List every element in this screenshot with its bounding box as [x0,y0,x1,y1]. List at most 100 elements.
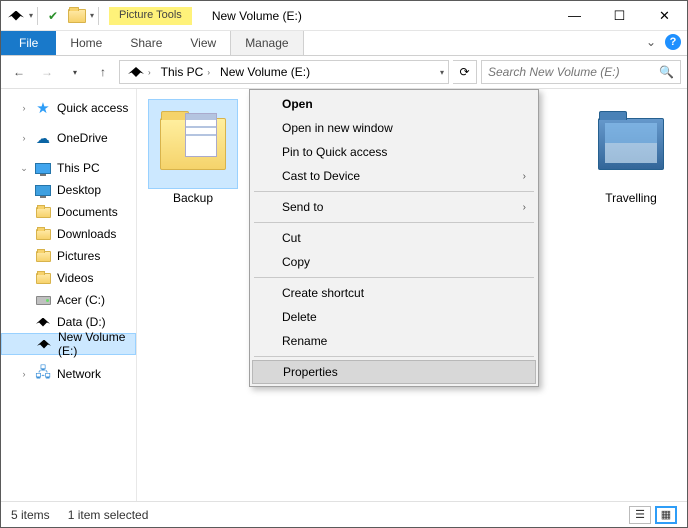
breadcrumb-dropdown-icon[interactable]: ▾ [440,68,444,77]
ctx-cut-label: Cut [282,231,301,245]
ctx-separator [254,356,534,357]
folder-travelling-label: Travelling [583,191,679,205]
large-icons-view-button[interactable]: ▦ [655,506,677,524]
ctx-sendto-label: Send to [282,200,323,214]
ribbon-expand-icon[interactable]: ⌄ [643,34,659,50]
app-icon-dropdown[interactable]: ▾ [29,11,33,20]
search-icon[interactable]: 🔍 [659,65,674,79]
address-bar: ← → ▾ ↑ › This PC› New Volume (E:) ▾ ⟳ 🔍 [1,56,687,89]
navigation-pane: ›★Quick access ›☁OneDrive ⌄This PC Deskt… [1,89,137,501]
nav-network[interactable]: ›🖧Network [1,363,136,385]
tab-home[interactable]: Home [56,31,116,55]
folder-backup[interactable]: Backup [145,99,241,205]
tab-view[interactable]: View [176,31,230,55]
ctx-properties[interactable]: Properties [252,360,536,384]
tab-file[interactable]: File [1,31,56,55]
tab-share[interactable]: Share [116,31,176,55]
ctx-shortcut-label: Create shortcut [282,286,364,300]
nav-drive-c[interactable]: Acer (C:) [1,289,136,311]
ctx-cast-to-device[interactable]: Cast to Device › [252,164,536,188]
qat-dropdown-icon[interactable]: ▾ [90,11,94,20]
nav-downloads[interactable]: Downloads [1,223,136,245]
status-bar: 5 items 1 item selected ☰ ▦ [1,501,687,527]
forward-button[interactable]: → [35,60,59,84]
search-input[interactable] [488,65,659,79]
nav-quick-access[interactable]: ›★Quick access [1,97,136,119]
folder-icon [598,118,664,170]
window-title: New Volume (E:) [212,9,302,23]
nav-videos[interactable]: Videos [1,267,136,289]
nav-documents[interactable]: Documents [1,201,136,223]
folder-travelling[interactable]: Travelling [583,99,679,205]
ctx-open[interactable]: Open [252,92,536,116]
search-box[interactable]: 🔍 [481,60,681,84]
nav-onedrive-label: OneDrive [57,131,108,145]
close-button[interactable]: ✕ [642,1,687,30]
new-folder-icon[interactable] [66,5,88,27]
ctx-separator [254,222,534,223]
nav-desktop-label: Desktop [57,183,101,197]
breadcrumb[interactable]: › This PC› New Volume (E:) ▾ [119,60,449,84]
nav-drive-c-label: Acer (C:) [57,293,105,307]
maximize-button[interactable]: ☐ [597,1,642,30]
ctx-rename-label: Rename [282,334,327,348]
help-icon[interactable]: ? [665,34,681,50]
ctx-properties-label: Properties [283,365,338,379]
properties-check-icon[interactable]: ✔ [42,5,64,27]
nav-drive-e-label: New Volume (E:) [58,330,129,358]
status-item-count: 5 items [11,508,50,522]
folder-icon [160,118,226,170]
nav-this-pc-label: This PC [57,161,100,175]
tab-manage[interactable]: Manage [230,31,303,55]
app-icon[interactable] [5,5,27,27]
context-menu: Open Open in new window Pin to Quick acc… [249,89,539,387]
nav-pictures-label: Pictures [57,249,100,263]
ctx-create-shortcut[interactable]: Create shortcut [252,281,536,305]
nav-drive-d-label: Data (D:) [57,315,106,329]
up-button[interactable]: ↑ [91,60,115,84]
ctx-separator [254,191,534,192]
ctx-cut[interactable]: Cut [252,226,536,250]
back-button[interactable]: ← [7,60,31,84]
submenu-arrow-icon: › [523,171,526,182]
ctx-copy-label: Copy [282,255,310,269]
folder-backup-label: Backup [145,191,241,205]
breadcrumb-current[interactable]: New Volume (E:) [216,65,314,79]
refresh-button[interactable]: ⟳ [453,60,477,84]
qat-separator [37,7,38,25]
nav-downloads-label: Downloads [57,227,116,241]
ctx-delete[interactable]: Delete [252,305,536,329]
ctx-send-to[interactable]: Send to › [252,195,536,219]
ctx-open-label: Open [282,97,313,111]
main-area: ›★Quick access ›☁OneDrive ⌄This PC Deskt… [1,89,687,501]
ctx-pin-label: Pin to Quick access [282,145,387,159]
minimize-button[interactable]: — [552,1,597,30]
ctx-copy[interactable]: Copy [252,250,536,274]
ctx-cast-label: Cast to Device [282,169,360,183]
nav-quick-access-label: Quick access [57,101,128,115]
details-view-button[interactable]: ☰ [629,506,651,524]
ctx-separator [254,277,534,278]
nav-onedrive[interactable]: ›☁OneDrive [1,127,136,149]
ctx-open-new-label: Open in new window [282,121,393,135]
content-pane[interactable]: Backup Travelling Open Open in new windo… [137,89,687,501]
submenu-arrow-icon: › [523,202,526,213]
contextual-tools-label: Picture Tools [109,7,192,25]
breadcrumb-root-icon[interactable]: › [124,67,155,77]
ctx-rename[interactable]: Rename [252,329,536,353]
breadcrumb-this-pc-label: This PC [161,65,204,79]
ribbon-tabs: File Home Share View Manage ⌄ ? [1,31,687,56]
nav-network-label: Network [57,367,101,381]
breadcrumb-this-pc[interactable]: This PC› [157,65,214,79]
view-switcher: ☰ ▦ [629,506,677,524]
ctx-pin-quick-access[interactable]: Pin to Quick access [252,140,536,164]
nav-drive-e[interactable]: New Volume (E:) [1,333,136,355]
nav-this-pc[interactable]: ⌄This PC [1,157,136,179]
nav-documents-label: Documents [57,205,118,219]
nav-pictures[interactable]: Pictures [1,245,136,267]
ctx-open-new-window[interactable]: Open in new window [252,116,536,140]
nav-desktop[interactable]: Desktop [1,179,136,201]
title-bar: ▾ ✔ ▾ Picture Tools New Volume (E:) — ☐ … [1,1,687,31]
qat-separator-2 [98,7,99,25]
history-dropdown[interactable]: ▾ [63,60,87,84]
